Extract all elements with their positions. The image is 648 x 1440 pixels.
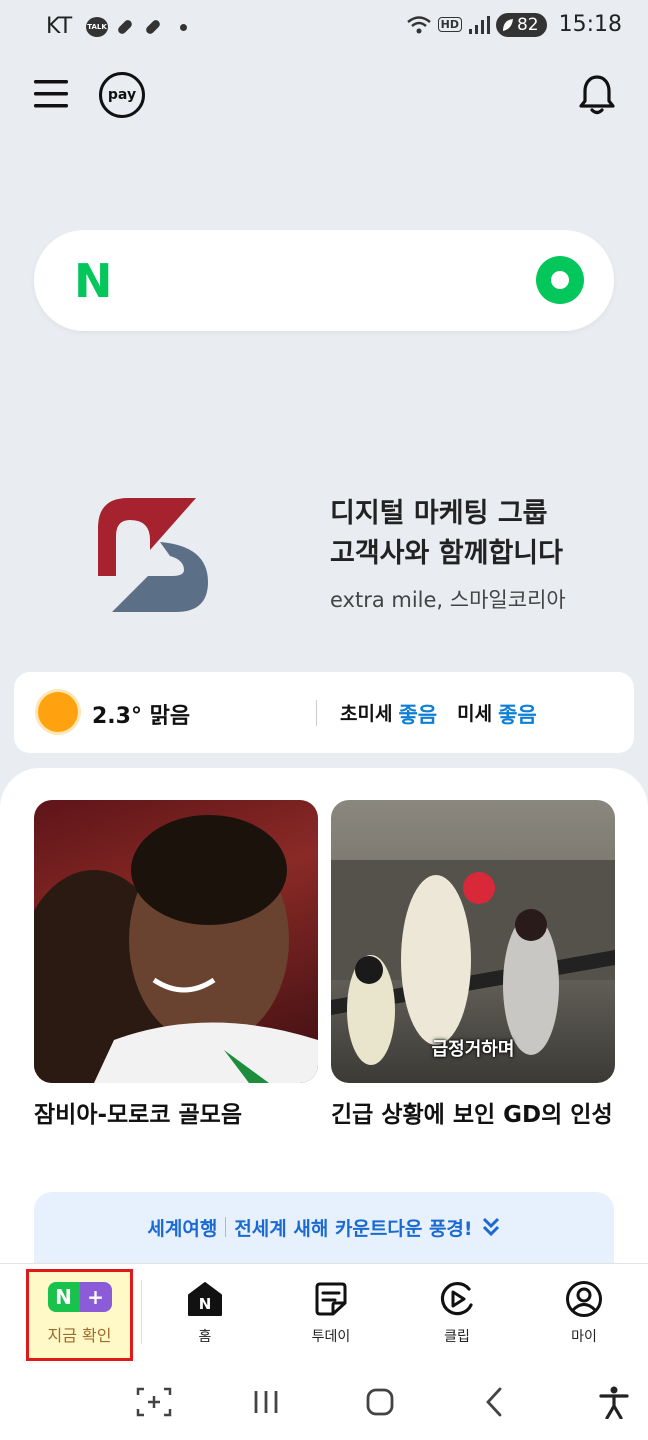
pill-icon — [146, 20, 160, 34]
video-thumbnail[interactable]: 급정거하며 — [331, 800, 615, 1083]
home-icon: N — [188, 1282, 222, 1316]
air-quality: 초미세 좋음 미세 좋음 — [340, 699, 551, 729]
leaf-icon — [502, 18, 513, 31]
naver-logo: N — [74, 254, 113, 308]
screen-capture-icon[interactable] — [134, 1385, 174, 1419]
battery-indicator: 82 — [495, 12, 547, 37]
accessibility-icon[interactable] — [594, 1385, 634, 1419]
profile-icon — [566, 1281, 602, 1317]
topic-headline: 전세계 새해 카운트다운 풍경! — [234, 1218, 473, 1240]
nplus-badge: N + — [47, 1282, 112, 1312]
sun-icon — [38, 692, 78, 732]
ad-banner[interactable]: 디지털 마케팅 그룹 고객사와 함께합니다 extra mile, 스마일코리아 — [330, 494, 566, 614]
video-card[interactable]: 잠비아-모로코 골모음 — [34, 800, 318, 1129]
green-dot-icon[interactable] — [536, 256, 584, 304]
fine-dust-value: 좋음 — [498, 703, 537, 727]
nplus-plus: + — [79, 1282, 112, 1312]
tab-clip[interactable]: 클립 — [402, 1264, 512, 1360]
ad-headline-1: 디지털 마케팅 그룹 — [330, 498, 548, 529]
video-thumbnail[interactable] — [34, 800, 318, 1083]
menu-icon[interactable] — [34, 79, 70, 109]
tab-clip-label: 클립 — [444, 1329, 470, 1345]
hd-badge: HD — [437, 17, 462, 32]
weather-card[interactable]: 2.3° 맑음 초미세 좋음 미세 좋음 — [14, 672, 634, 753]
double-chevron-down-icon[interactable] — [481, 1216, 501, 1238]
battery-level: 82 — [516, 14, 539, 35]
nplus-label: 지금 확인 — [47, 1326, 112, 1345]
back-icon[interactable] — [474, 1385, 514, 1419]
smile-korea-logo[interactable] — [88, 490, 218, 620]
status-bar: KT TALK HD 82 15:18 — [0, 0, 648, 56]
kakaotalk-icon: TALK — [86, 17, 108, 37]
home-icon-letter: N — [199, 1295, 212, 1313]
note-icon — [315, 1282, 347, 1316]
video-title: 잠비아-모로코 골모음 — [34, 1102, 242, 1128]
clock: 15:18 — [558, 12, 622, 37]
nplus-check-now-button[interactable]: N + 지금 확인 — [26, 1269, 133, 1361]
pay-label: pay — [107, 87, 137, 103]
tab-my[interactable]: 마이 — [529, 1264, 639, 1360]
notification-dot-icon — [180, 23, 187, 31]
tab-today[interactable]: 투데이 — [276, 1264, 386, 1360]
wifi-icon — [406, 15, 431, 33]
topic-banner[interactable]: 세계여행 전세계 새해 카운트다운 풍경! — [34, 1192, 614, 1272]
ultrafine-dust-label: 초미세 — [340, 703, 393, 725]
nplus-n: N — [47, 1282, 80, 1312]
home-button-icon[interactable] — [360, 1385, 400, 1419]
player-photo — [34, 815, 318, 1083]
clip-icon — [440, 1281, 473, 1316]
tab-my-label: 마이 — [571, 1329, 597, 1345]
pill-icon — [118, 20, 132, 34]
carrier-label: KT — [46, 14, 73, 39]
topic-tag: 세계여행 — [147, 1218, 218, 1240]
video-card[interactable]: 급정거하며 긴급 상황에 보인 GD의 인성 — [331, 800, 615, 1129]
video-caption-overlay: 급정거하며 — [431, 1039, 515, 1060]
divider — [225, 1217, 227, 1237]
recent-apps-icon[interactable] — [246, 1385, 286, 1419]
temperature-condition: 2.3° 맑음 — [92, 704, 191, 729]
fine-dust-label: 미세 — [457, 703, 493, 725]
divider — [316, 700, 317, 726]
ultrafine-dust-value: 좋음 — [398, 703, 438, 727]
naver-pay-button[interactable]: pay — [99, 72, 145, 118]
signal-icon — [468, 15, 490, 34]
bell-icon[interactable] — [578, 74, 616, 116]
search-bar[interactable]: N — [34, 230, 614, 331]
tab-home-label: 홈 — [198, 1329, 212, 1345]
tab-today-label: 투데이 — [311, 1329, 351, 1345]
ad-subline: extra mile, 스마일코리아 — [330, 588, 566, 612]
bottom-navigation: N + 지금 확인 N 홈 투데이 클립 마이 — [0, 1263, 648, 1363]
tab-home[interactable]: N 홈 — [150, 1264, 260, 1360]
divider — [141, 1280, 142, 1344]
system-navigation-bar — [0, 1363, 648, 1440]
ad-headline-2: 고객사와 함께합니다 — [330, 538, 563, 569]
video-title: 긴급 상황에 보인 GD의 인성 — [331, 1102, 613, 1128]
content-feed: 잠비아-모로코 골모음 급정거하며 긴급 상황에 보인 GD의 인성 세계여행 … — [0, 768, 648, 1288]
